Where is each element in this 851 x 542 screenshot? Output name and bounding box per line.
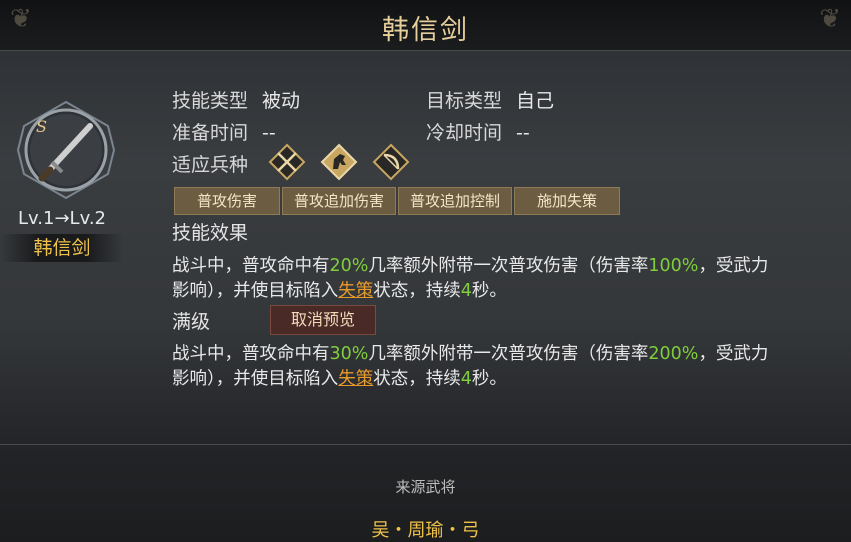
max-line-1: 战斗中，普攻命中有30%几率额外附带一次普攻伤害（伤害率200%，受武力 [172,344,769,364]
cooldown-value: -- [516,122,530,144]
max-line-2: 影响），并使目标陷入失策状态，持续4秒。 [172,369,507,389]
target-type-value: 自己 [516,90,555,112]
tag-item: 普攻追加伤害 [282,187,396,215]
svg-text:S: S [36,117,47,136]
tag-item: 普攻伤害 [174,187,280,215]
prep-time-value: -- [262,122,276,144]
status-link[interactable]: 失策 [338,369,373,389]
max-level-description: 战斗中，普攻命中有30%几率额外附带一次普攻伤害（伤害率200%，受武力 影响）… [172,342,851,392]
sword-icon: S [16,100,116,200]
skill-icon: S [16,100,116,200]
target-type-row: 目标类型 自己 [426,86,554,113]
crossed-spears-icon [268,143,306,181]
cooldown-row: 冷却时间 -- [426,118,530,145]
effect-description: 战斗中，普攻命中有20%几率额外附带一次普攻伤害（伤害率100%，受武力 影响）… [172,254,851,304]
skill-type-label: 技能类型 [172,90,249,112]
prep-time-label: 准备时间 [172,122,249,144]
status-link[interactable]: 失策 [338,281,373,301]
tag-item: 普攻追加控制 [398,187,512,215]
title-bar: ❦ 韩信剑 ❦ [0,0,851,51]
source-label: 来源武将 [395,478,456,496]
target-type-label: 目标类型 [426,90,503,112]
bow-icon [372,143,410,181]
tag-item: 施加失策 [514,187,620,215]
source-general[interactable]: 吴・周瑜・弓 [0,516,851,542]
skill-type-value: 被动 [262,90,301,112]
skill-name-label: 韩信剑 [0,234,124,262]
effect-line-2: 影响），并使目标陷入失策状态，持续4秒。 [172,281,507,301]
horse-icon [320,143,358,181]
max-level-label: 满级 [172,311,211,333]
window-title: 韩信剑 [382,15,469,46]
cooldown-label: 冷却时间 [426,122,503,144]
prep-time-row: 准备时间 -- [172,118,276,145]
unit-type-row: 适应兵种 [172,150,248,177]
level-text: Lv.1→Lv.2 [18,208,106,229]
cancel-preview-button[interactable]: 取消预览 [270,305,376,335]
divider [0,444,851,445]
unit-type-label: 适应兵种 [172,154,249,176]
right-ornament-icon: ❦ [819,4,841,34]
effect-label: 技能效果 [172,222,249,244]
effect-line-1: 战斗中，普攻命中有20%几率额外附带一次普攻伤害（伤害率100%，受武力 [172,256,769,276]
skill-type-row: 技能类型 被动 [172,86,300,113]
